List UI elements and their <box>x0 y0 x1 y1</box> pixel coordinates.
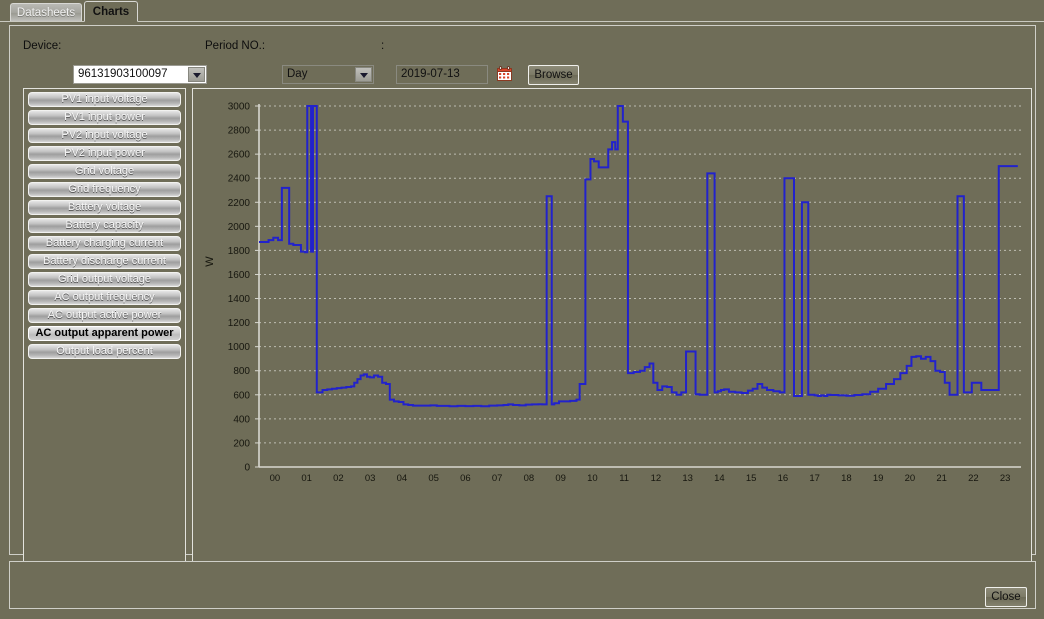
x-tick-label: 06 <box>460 473 471 484</box>
x-tick-label: 04 <box>397 473 408 484</box>
metric-item-label: AC output frequency <box>54 291 155 303</box>
y-tick-label: 400 <box>233 414 250 425</box>
x-tick-label: 19 <box>873 473 884 484</box>
metric-item[interactable]: Battery charging current <box>28 236 181 251</box>
x-tick-label: 20 <box>905 473 916 484</box>
content-panel: Device: 96131903100097 Period NO.: Day :… <box>9 25 1036 580</box>
x-tick-label: 15 <box>746 473 757 484</box>
x-tick-label: 21 <box>936 473 947 484</box>
x-tick-label: 02 <box>333 473 344 484</box>
x-tick-label: 03 <box>365 473 376 484</box>
metric-item-label: PV2 input voltage <box>61 129 148 141</box>
date-input[interactable]: 2019-07-13 <box>396 65 488 84</box>
y-tick-label: 2800 <box>228 126 251 137</box>
chevron-down-icon[interactable] <box>355 67 372 82</box>
x-tick-label: 17 <box>809 473 820 484</box>
metric-item-label: Battery charging current <box>45 237 164 249</box>
metric-item[interactable]: Output load percent <box>28 344 181 359</box>
metric-list-panel: PV1 input voltage PV1 input power PV2 inpu… <box>23 88 186 580</box>
close-button[interactable]: Close <box>985 587 1027 607</box>
chart-panel: 0 200 400 600 800 1000 1200 1400 1600 1800 2000 220… <box>192 88 1032 580</box>
metric-item[interactable]: Battery discharge current <box>28 254 181 269</box>
x-tick-label: 12 <box>651 473 662 484</box>
x-tick-label: 22 <box>968 473 979 484</box>
y-tick-label: 1000 <box>228 342 251 353</box>
metric-item[interactable]: AC output frequency <box>28 290 181 305</box>
separator-colon: : <box>381 40 385 52</box>
x-tick-label: 07 <box>492 473 503 484</box>
y-tick-label: 2600 <box>228 150 251 161</box>
metric-item[interactable]: PV2 input voltage <box>28 128 181 143</box>
date-input-value: 2019-07-13 <box>401 68 460 80</box>
metric-item[interactable]: Grid frequency <box>28 182 181 197</box>
y-tick-label: 2000 <box>228 222 251 233</box>
metric-item[interactable]: PV2 input power <box>28 146 181 161</box>
y-tick-label: 1600 <box>228 270 251 281</box>
device-label: Device: <box>23 40 62 52</box>
x-tick-label: 13 <box>682 473 693 484</box>
metric-item-label: Grid frequency <box>68 183 141 195</box>
tab-datasheets[interactable]: Datasheets <box>10 3 82 22</box>
tab-strip: Datasheets Charts <box>0 0 1044 22</box>
metric-item-label: PV1 input power <box>64 111 145 123</box>
x-tick-label: 05 <box>428 473 439 484</box>
x-tick-label: 08 <box>524 473 535 484</box>
footer-bar: Close <box>9 561 1036 609</box>
metric-item-selected[interactable]: AC output apparent power <box>28 326 181 341</box>
metric-item-label: PV1 input voltage <box>61 93 148 105</box>
metric-item-label: Battery capacity <box>65 219 144 231</box>
metric-item[interactable]: Battery capacity <box>28 218 181 233</box>
x-tick-label: 09 <box>555 473 566 484</box>
metric-item[interactable]: AC output active power <box>28 308 181 323</box>
y-tick-label: 1800 <box>228 246 251 257</box>
filter-toolbar: Device: 96131903100097 Period NO.: Day :… <box>10 26 1035 85</box>
metric-item[interactable]: Battery voltage <box>28 200 181 215</box>
y-tick-label: 800 <box>233 366 250 377</box>
metric-item-label: Battery discharge current <box>43 255 166 267</box>
y-tick-label: 200 <box>233 438 250 449</box>
y-axis-title: W <box>204 256 216 267</box>
y-tick-label: 2400 <box>228 174 251 185</box>
browse-button[interactable]: Browse <box>528 65 579 85</box>
y-tick-label: 1400 <box>228 294 251 305</box>
period-select-value: Day <box>287 68 308 80</box>
metric-item-label: Grid voltage <box>74 165 135 177</box>
data-series-line <box>259 105 1018 408</box>
x-tick-label: 14 <box>714 473 725 484</box>
metric-item-label: Grid output voltage <box>58 273 151 285</box>
application-window: Datasheets Charts Device: 96131903100097… <box>0 0 1044 619</box>
x-tick-label: 18 <box>841 473 852 484</box>
metric-list: PV1 input voltage PV1 input power PV2 inpu… <box>28 92 181 362</box>
x-tick-label: 16 <box>778 473 789 484</box>
apparent-power-chart: 0200400600800100012001400160018002000220… <box>204 102 1021 484</box>
metric-item[interactable]: Grid output voltage <box>28 272 181 287</box>
metric-item-label: AC output active power <box>47 309 162 321</box>
metric-item[interactable]: PV1 input power <box>28 110 181 125</box>
y-tick-label: 1200 <box>228 318 251 329</box>
y-tick-label: 3000 <box>228 102 251 113</box>
x-tick-label: 00 <box>270 473 281 484</box>
tab-underline <box>0 21 1044 22</box>
y-tick-label: 2200 <box>228 198 251 209</box>
metric-item-label: PV2 input power <box>64 147 145 159</box>
period-select[interactable]: Day <box>282 65 374 84</box>
device-select-value: 96131903100097 <box>78 68 168 80</box>
tab-charts[interactable]: Charts <box>84 1 138 22</box>
calendar-icon[interactable] <box>497 66 512 81</box>
metric-item-label: Output load percent <box>56 345 153 357</box>
device-select[interactable]: 96131903100097 <box>73 65 207 84</box>
x-tick-label: 10 <box>587 473 598 484</box>
x-tick-label: 01 <box>301 473 312 484</box>
x-tick-label: 11 <box>619 473 629 484</box>
x-tick-label: 23 <box>1000 473 1011 484</box>
metric-item-label: Battery voltage <box>67 201 142 213</box>
y-tick-label: 600 <box>233 390 250 401</box>
metric-item[interactable]: Grid voltage <box>28 164 181 179</box>
chevron-down-icon[interactable] <box>188 67 205 82</box>
metric-item-label: AC output apparent power <box>35 327 174 339</box>
period-label: Period NO.: <box>205 40 266 52</box>
y-tick-label: 0 <box>244 463 250 474</box>
metric-item[interactable]: PV1 input voltage <box>28 92 181 107</box>
